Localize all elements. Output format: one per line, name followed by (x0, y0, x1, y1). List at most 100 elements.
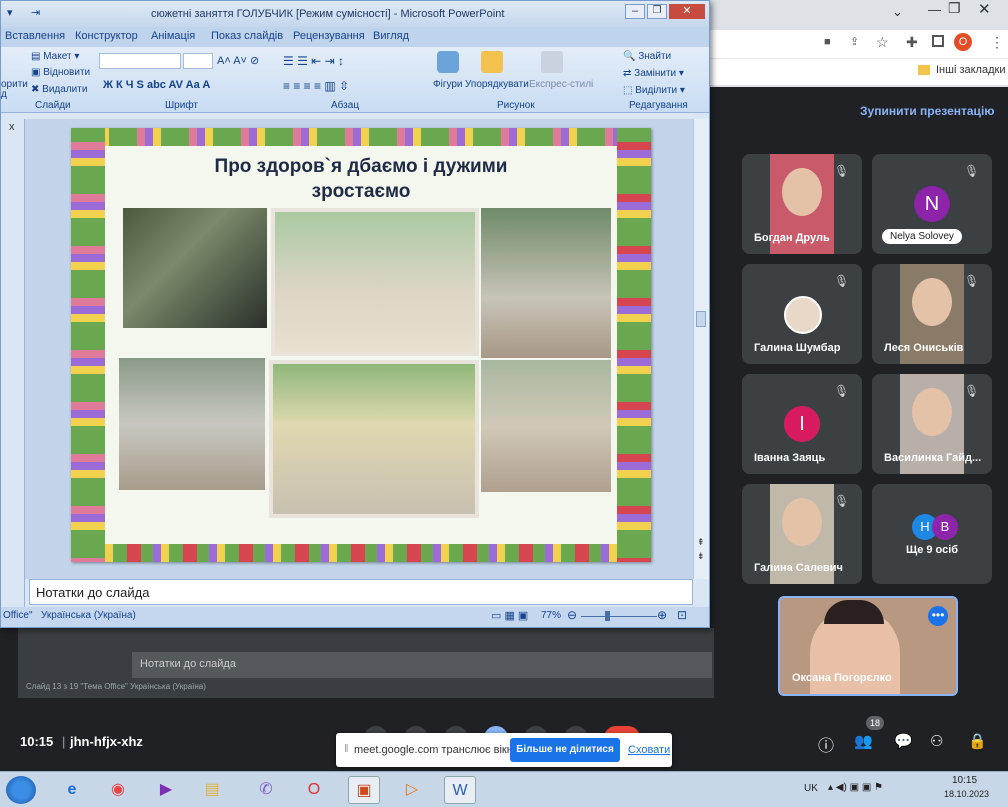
list-buttons[interactable]: ☰ ☰ ⇤ ⇥ ↕ (283, 54, 344, 68)
tab-slideshow[interactable]: Показ слайдів (211, 30, 283, 42)
player-icon[interactable]: ▷ (396, 776, 428, 804)
slide[interactable]: Про здоров`я дбаємо і дужими зростаємо (71, 128, 651, 562)
participant-tile[interactable]: 🎙 Василинка Гайд... (872, 374, 992, 474)
zoom-thumb[interactable] (605, 611, 610, 621)
avatar: І (784, 406, 820, 442)
photo-4[interactable] (119, 358, 265, 490)
participant-tile[interactable]: 🎙 Галина Салевич (742, 484, 862, 584)
participant-tile[interactable]: І 🎙 Іванна Заяць (742, 374, 862, 474)
photo-5[interactable] (269, 360, 479, 518)
stop-sharing-button[interactable]: Більше не ділитися (510, 738, 620, 762)
tab-view[interactable]: Вигляд (373, 30, 409, 42)
status-language[interactable]: Українська (Україна) (41, 610, 136, 621)
arrange-icon[interactable] (481, 51, 503, 73)
create-slide-cut2[interactable]: д (1, 89, 7, 100)
ppt-minimize-icon[interactable]: – (625, 4, 645, 19)
clock-time[interactable]: 10:15 (952, 775, 977, 786)
slide-title[interactable]: Про здоров`я дбаємо і дужими зростаємо (191, 154, 531, 204)
quick-styles-icon[interactable] (541, 51, 563, 73)
align-buttons[interactable]: ≡ ≡ ≡ ≡ ▥ ⇳ (283, 79, 349, 93)
font-grow-icon[interactable]: A˄ A˅ ⊘ (217, 54, 259, 67)
zoom-slider[interactable] (581, 616, 657, 617)
opera-icon[interactable]: O (298, 776, 330, 804)
tab-animation[interactable]: Анімація (151, 30, 195, 42)
profile-avatar[interactable]: О (954, 33, 972, 51)
find-button[interactable]: 🔍 Знайти (623, 51, 671, 62)
powerpoint-window[interactable]: ▾ ⇥ сюжетні заняття ГОЛУБЧИК [Режим сумі… (0, 0, 710, 628)
close-icon[interactable]: ✕ (978, 0, 991, 18)
minimize-icon[interactable]: — (928, 2, 941, 17)
explorer-icon[interactable]: ▤ (196, 776, 228, 804)
photo-3[interactable] (481, 208, 611, 358)
other-bookmarks[interactable]: Інші закладки (936, 64, 1005, 76)
slides-pane[interactable]: x (1, 119, 25, 609)
participant-tile[interactable]: 🎙 Богдан Друль (742, 154, 862, 254)
layout-button[interactable]: ▤ Макет ▾ (31, 51, 79, 62)
qat-menu-icon[interactable]: ▾ (7, 6, 13, 19)
qat-more-icon[interactable]: ⇥ (31, 6, 40, 19)
view-buttons[interactable]: ▭ ▦ ▣ (491, 609, 528, 622)
font-format-buttons[interactable]: Ж К Ч S abc AV Aa A (103, 79, 210, 91)
host-controls-icon[interactable]: 🔒 (968, 732, 987, 750)
tab-review[interactable]: Рецензування (293, 30, 365, 42)
restore-icon[interactable]: ❐ (948, 0, 961, 17)
photo-6[interactable] (481, 360, 611, 492)
star-icon[interactable]: ☆ (876, 34, 889, 51)
people-icon[interactable]: 👥 (854, 732, 873, 750)
participant-tile[interactable]: N 🎙 Nelya Solovey (872, 154, 992, 254)
camera-icon[interactable]: ■ (824, 36, 831, 48)
clock-date[interactable]: 18.10.2023 (944, 789, 989, 799)
next-slide-icon[interactable]: ⇟ (697, 551, 705, 562)
info-icon[interactable]: ⓘ (818, 732, 834, 756)
tab-search-icon[interactable]: ⌄ (892, 4, 903, 20)
powerpoint-task-icon[interactable]: ▣ (348, 776, 380, 804)
zoom-in-icon[interactable]: ⊕ (657, 608, 667, 622)
tab-insert[interactable]: Вставлення (5, 30, 65, 42)
meeting-code: jhn-hfjx-xhz (70, 734, 143, 749)
menu-icon[interactable]: ⋮ (990, 34, 1004, 51)
delete-button[interactable]: ✖ Видалити (31, 84, 87, 95)
activities-icon[interactable]: ⚇ (930, 732, 943, 750)
ppt-restore-icon[interactable]: ❐ (647, 4, 667, 19)
participant-tile[interactable]: Н В Ще 9 осіб (872, 484, 992, 584)
photo-2[interactable] (271, 208, 479, 356)
pane-close-icon[interactable]: x (9, 121, 15, 133)
start-button[interactable] (6, 776, 36, 804)
participant-tile[interactable]: 🎙 Галина Шумбар (742, 264, 862, 364)
word-icon[interactable]: W (444, 776, 476, 804)
shapes-button[interactable]: Фігури (433, 79, 463, 90)
stop-presenting-button[interactable]: Зупинити презентацію (860, 104, 995, 118)
zoom-level[interactable]: 77% (541, 610, 561, 621)
hide-link[interactable]: Сховати (628, 744, 670, 756)
notes-field[interactable]: Нотатки до слайда (29, 579, 693, 605)
select-button[interactable]: ⬚ Виділити ▾ (623, 85, 685, 96)
share-icon[interactable]: ⇪ (850, 35, 859, 48)
zoom-out-icon[interactable]: ⊖ (567, 608, 577, 622)
photo-1[interactable] (123, 208, 267, 328)
font-name-select[interactable] (99, 53, 181, 69)
replace-button[interactable]: ⇄ Замінити ▾ (623, 68, 684, 79)
chrome-icon[interactable]: ◉ (102, 776, 134, 804)
viber-icon[interactable]: ✆ (250, 776, 282, 804)
self-tile[interactable]: Оксана Погорєлко ••• (778, 596, 958, 696)
tab-design[interactable]: Конструктор (75, 30, 138, 42)
prev-slide-icon[interactable]: ⇞ (697, 537, 705, 548)
media-icon[interactable]: ▶ (150, 776, 182, 804)
ppt-close-icon[interactable]: ✕ (669, 4, 705, 19)
fit-window-icon[interactable]: ⊡ (677, 608, 687, 622)
arrange-button[interactable]: Упорядкувати (465, 79, 529, 90)
scroll-thumb[interactable] (696, 311, 706, 327)
chat-icon[interactable]: 💬 (894, 732, 913, 750)
tray-icons[interactable]: ▴ ◀) ▣ ▣ ⚑ (828, 782, 883, 793)
vertical-scrollbar[interactable]: ⇞ ⇟ (693, 119, 709, 579)
quick-styles-button[interactable]: Експрес-стилі (529, 79, 593, 90)
participant-tile[interactable]: 🎙 Леся Ониськів (872, 264, 992, 364)
ie-icon[interactable]: e (56, 776, 88, 804)
shapes-icon[interactable] (437, 51, 459, 73)
sidepanel-icon[interactable] (932, 35, 944, 47)
reset-button[interactable]: ▣ Відновити (31, 67, 90, 78)
more-options-icon[interactable]: ••• (928, 606, 948, 626)
language-indicator[interactable]: UK (804, 783, 818, 794)
font-size-select[interactable] (183, 53, 213, 69)
extensions-icon[interactable]: ✚ (906, 34, 918, 51)
